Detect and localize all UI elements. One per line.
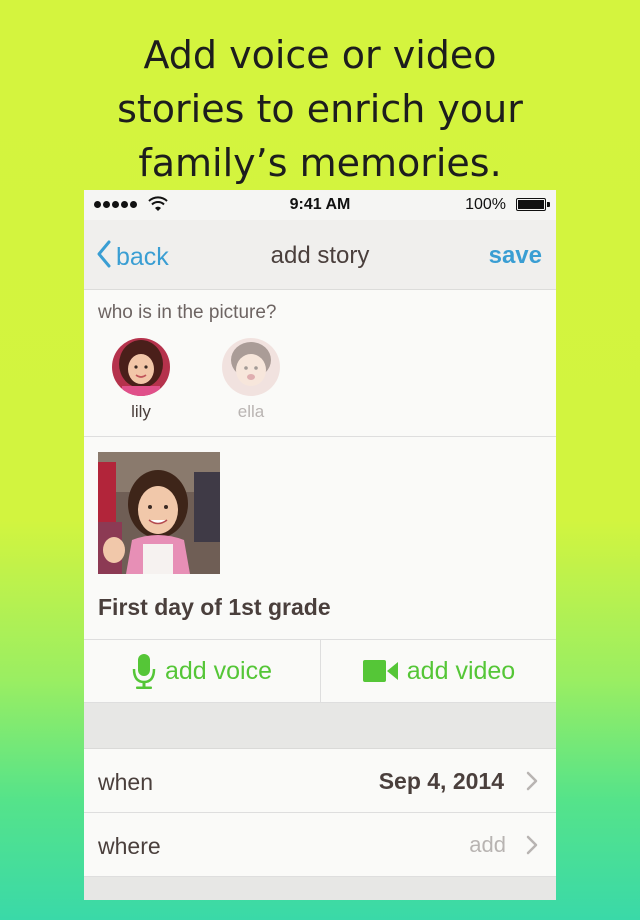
section-divider: [84, 703, 556, 749]
avatar: [222, 338, 280, 396]
microphone-icon: [131, 652, 157, 690]
add-video-button[interactable]: add video: [320, 640, 556, 702]
when-value: Sep 4, 2014: [378, 768, 504, 794]
add-video-label: add video: [406, 656, 516, 685]
person-name: lily: [131, 402, 151, 421]
where-row[interactable]: where add: [84, 813, 556, 877]
when-row[interactable]: when Sep 4, 2014: [84, 749, 556, 813]
back-button-label: back: [116, 243, 169, 271]
person-lily[interactable]: lily: [101, 338, 181, 422]
person-ella[interactable]: ella: [211, 338, 291, 422]
headline-line-2: stories to enrich your: [117, 87, 523, 131]
add-voice-label: add voice: [164, 656, 273, 685]
phone-screen: 9:41 AM 100% back add story save who is …: [84, 190, 556, 900]
where-label: where: [98, 833, 161, 859]
headline-line-1: Add voice or video: [143, 33, 497, 77]
chevron-left-icon: [96, 240, 112, 275]
media-actions: add voice add video: [84, 640, 556, 703]
chevron-right-icon: [526, 771, 538, 796]
battery-percentage: 100%: [465, 196, 506, 213]
back-button[interactable]: back: [96, 240, 169, 275]
chevron-right-icon: [526, 835, 538, 860]
story-photo[interactable]: [98, 452, 220, 574]
people-prompt: who is in the picture?: [98, 302, 277, 323]
video-camera-icon: [362, 659, 399, 683]
save-button[interactable]: save: [489, 242, 542, 270]
add-voice-button[interactable]: add voice: [84, 640, 319, 702]
story-caption[interactable]: First day of 1st grade: [98, 594, 331, 621]
promo-headline: Add voice or video stories to enrich you…: [0, 28, 640, 190]
navigation-bar: back add story save: [84, 220, 556, 290]
section-divider: [84, 877, 556, 900]
status-bar: 9:41 AM 100%: [84, 190, 556, 220]
headline-line-3: family’s memories.: [138, 141, 502, 185]
battery-icon: [516, 198, 550, 211]
avatar: [112, 338, 170, 396]
person-name: ella: [237, 402, 265, 421]
when-label: when: [98, 769, 153, 795]
where-value: add: [469, 832, 506, 857]
